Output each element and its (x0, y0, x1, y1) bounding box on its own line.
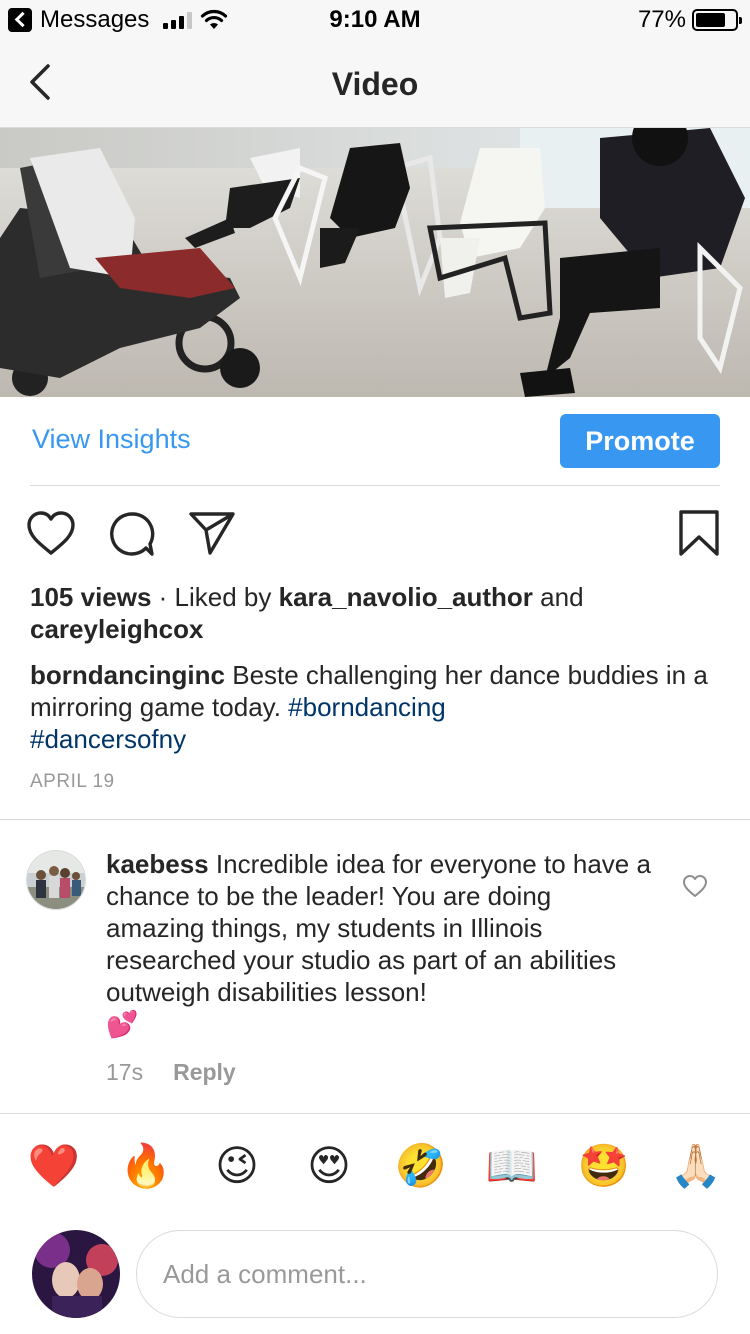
liker-username[interactable]: kara_navolio_author (279, 582, 533, 612)
status-bar: Messages 9:10 AM 77% (0, 0, 750, 40)
post-caption: borndancinginc Beste challenging her dan… (30, 659, 720, 755)
liked-by-and: and (532, 582, 584, 612)
nav-bar: Video (0, 40, 750, 128)
page-title: Video (331, 66, 419, 102)
view-count[interactable]: 105 views (30, 582, 151, 612)
comment-meta: 17s Reply (106, 1059, 236, 1086)
likes-summary: 105 views · Liked by kara_navolio_author… (30, 581, 720, 645)
reaction-star-struck-emoji[interactable]: 🤩 (576, 1138, 632, 1194)
hashtag-link[interactable]: #borndancing (288, 692, 446, 722)
comment-username[interactable]: kaebess (106, 849, 209, 879)
reaction-pray-emoji[interactable]: 🙏🏻 (668, 1138, 724, 1194)
comment-like-heart-icon[interactable] (682, 874, 708, 898)
battery-percent: 77% (637, 6, 686, 33)
reaction-rofl-emoji[interactable]: 🤣 (393, 1138, 449, 1194)
reaction-book-emoji[interactable]: 📖 (484, 1138, 540, 1194)
reaction-wink-emoji[interactable]: 😉 (209, 1138, 265, 1194)
caption-username[interactable]: borndancinginc (30, 660, 225, 690)
liker-username[interactable]: careyleighcox (30, 614, 203, 644)
video-player[interactable] (0, 128, 750, 397)
divider (0, 1113, 750, 1114)
video-frame-image (0, 128, 750, 397)
comment-time: 17s (106, 1059, 144, 1085)
hashtag-link[interactable]: #dancersofny (30, 724, 186, 754)
divider (0, 819, 750, 820)
promote-button[interactable]: Promote (560, 414, 720, 468)
reaction-fire-emoji[interactable]: 🔥 (118, 1138, 174, 1194)
reply-button[interactable]: Reply (173, 1059, 236, 1085)
liked-by-prefix: · Liked by (151, 582, 279, 612)
view-insights-link[interactable]: View Insights (32, 424, 191, 455)
commenter-avatar[interactable] (26, 850, 86, 910)
bookmark-icon[interactable] (678, 509, 720, 557)
comment-emoji: 💕 (106, 1010, 139, 1040)
comment-icon[interactable] (108, 511, 156, 557)
divider (30, 485, 720, 486)
reaction-heart-eyes-emoji[interactable]: 😍 (301, 1138, 357, 1194)
heart-icon[interactable] (26, 510, 76, 556)
quick-reactions-bar: ❤️ 🔥 😉 😍 🤣 📖 🤩 🙏🏻 (0, 1138, 750, 1198)
share-direct-icon[interactable] (188, 510, 236, 556)
post-date: APRIL 19 (30, 771, 115, 792)
reaction-heart-emoji[interactable]: ❤️ (26, 1138, 82, 1194)
battery-icon (692, 9, 742, 31)
status-right: 77% (637, 6, 742, 34)
comment-body: kaebess Incredible idea for everyone to … (106, 848, 656, 1041)
my-avatar (32, 1230, 120, 1318)
add-comment-input[interactable] (136, 1230, 718, 1318)
